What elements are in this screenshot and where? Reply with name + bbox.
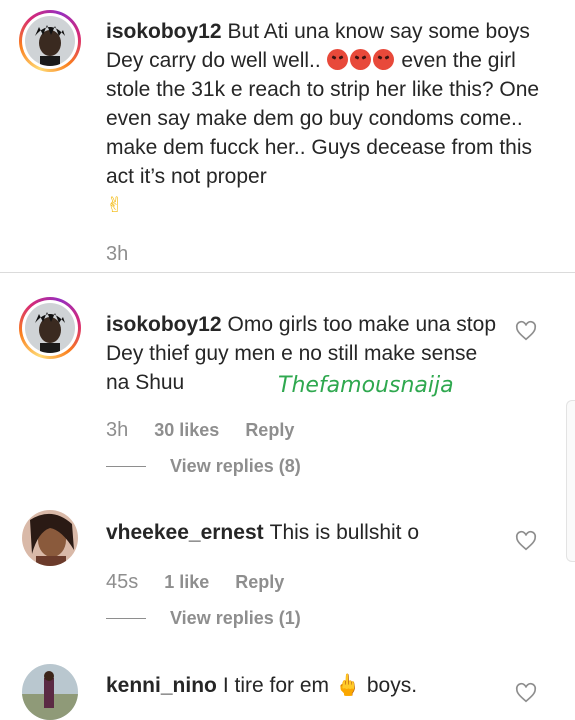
avatar[interactable]: [19, 10, 81, 72]
replies-line: [106, 618, 146, 619]
timestamp: 3h: [106, 419, 129, 441]
comment-text-part-2: boys.: [361, 674, 418, 697]
scrollbar[interactable]: [566, 400, 575, 562]
comment-text: This is bullshit o: [269, 521, 420, 544]
username[interactable]: isokoboy12: [106, 313, 222, 336]
reply-button[interactable]: Reply: [235, 572, 284, 593]
reply-button[interactable]: Reply: [245, 420, 294, 441]
view-replies[interactable]: View replies (8): [106, 456, 301, 477]
heart-icon[interactable]: [515, 682, 537, 704]
comment-text-part-1: I tire for em: [222, 674, 335, 697]
watermark: Thefamousnaija: [278, 373, 454, 398]
comment-body: isokoboy12 But Ati una know say some boys…: [106, 17, 546, 220]
username[interactable]: vheekee_ernest: [106, 521, 264, 544]
peace-emoji-icon: ✌: [106, 194, 124, 217]
comment-body: vheekee_ernest This is bullshit o: [106, 518, 506, 547]
username[interactable]: isokoboy12: [106, 20, 222, 43]
likes-count[interactable]: 1 like: [164, 572, 209, 593]
comment-body: kenni_nino I tire for em 🖕 boys.: [106, 671, 506, 700]
avatar[interactable]: [22, 510, 78, 566]
likes-count[interactable]: 30 likes: [154, 420, 219, 441]
avatar[interactable]: [22, 664, 78, 720]
view-replies-label[interactable]: View replies (8): [170, 456, 301, 477]
comment-meta: 45s 1 like Reply: [106, 571, 284, 594]
timestamp: 3h: [106, 243, 129, 265]
replies-line: [106, 466, 146, 467]
middle-finger-emoji-icon: 🖕: [334, 674, 362, 697]
view-replies[interactable]: View replies (1): [106, 608, 301, 629]
angry-emoji-icon: [372, 49, 394, 70]
view-replies-label[interactable]: View replies (1): [170, 608, 301, 629]
angry-emoji-icon: [326, 49, 348, 70]
heart-icon[interactable]: [515, 320, 537, 342]
angry-emoji-icon: [349, 49, 371, 70]
comment-meta: 3h 30 likes Reply: [106, 419, 294, 442]
username[interactable]: kenni_nino: [106, 674, 217, 697]
divider: [0, 272, 575, 273]
heart-icon[interactable]: [515, 530, 537, 552]
comment-meta: 3h: [106, 243, 128, 266]
timestamp: 45s: [106, 571, 139, 593]
avatar[interactable]: [19, 297, 81, 359]
